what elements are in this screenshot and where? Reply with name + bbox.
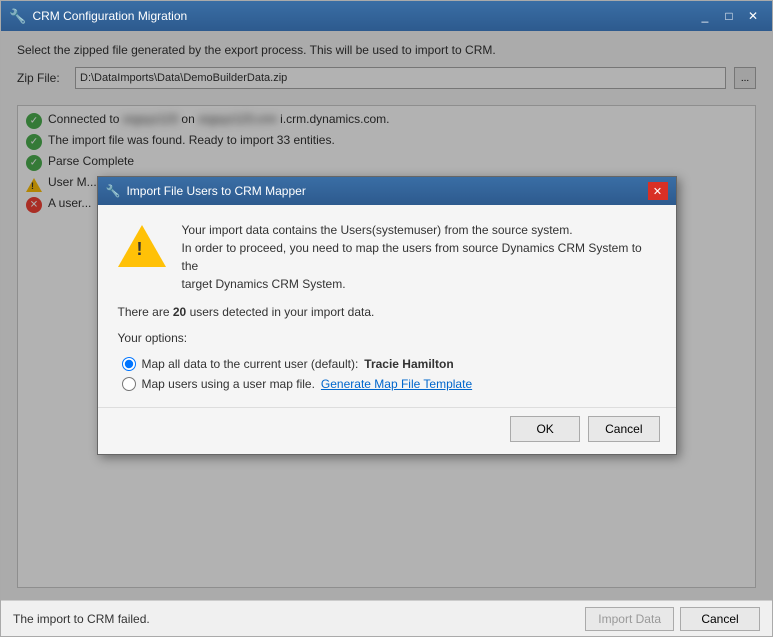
import-data-button[interactable]: Import Data [585, 607, 674, 631]
modal-count-text: There are 20 users detected in your impo… [118, 305, 656, 319]
bottom-status: The import to CRM failed. [13, 612, 150, 626]
content-area: Select the zipped file generated by the … [1, 31, 772, 600]
modal-title-bar: 🔧 Import File Users to CRM Mapper ✕ [98, 177, 676, 205]
title-bar: 🔧 CRM Configuration Migration _ □ ✕ [1, 1, 772, 31]
modal-overlay: 🔧 Import File Users to CRM Mapper ✕ [1, 31, 772, 600]
modal-msg-line1: Your import data contains the Users(syst… [182, 223, 573, 237]
ok-button[interactable]: OK [510, 416, 580, 442]
bottom-buttons: Import Data Cancel [585, 607, 760, 631]
modal-message: Your import data contains the Users(syst… [182, 221, 656, 293]
radio-option2[interactable] [122, 377, 136, 391]
cancel-button[interactable]: Cancel [588, 416, 659, 442]
count-suffix: users detected in your import data. [190, 305, 375, 319]
modal-app-icon: 🔧 [106, 184, 121, 198]
maximize-button[interactable]: □ [718, 6, 740, 26]
close-button[interactable]: ✕ [742, 6, 764, 26]
modal-title: Import File Users to CRM Mapper [126, 184, 305, 198]
window-title: CRM Configuration Migration [32, 9, 187, 23]
radio-option1[interactable] [122, 357, 136, 371]
modal-close-button[interactable]: ✕ [648, 182, 668, 200]
main-cancel-button[interactable]: Cancel [680, 607, 760, 631]
main-window: 🔧 CRM Configuration Migration _ □ ✕ Sele… [0, 0, 773, 637]
modal-footer: OK Cancel [98, 407, 676, 454]
title-bar-controls: _ □ ✕ [694, 6, 764, 26]
count-prefix: There are [118, 305, 170, 319]
radio-row-1: Map all data to the current user (defaul… [122, 357, 656, 371]
minimize-button[interactable]: _ [694, 6, 716, 26]
generate-map-link[interactable]: Generate Map File Template [321, 377, 472, 391]
modal-title-left: 🔧 Import File Users to CRM Mapper [106, 184, 306, 198]
bottom-bar: The import to CRM failed. Import Data Ca… [1, 600, 772, 636]
big-warning-icon [118, 221, 166, 269]
app-icon: 🔧 [9, 8, 26, 25]
modal-options: Map all data to the current user (defaul… [118, 357, 656, 391]
warning-triangle [118, 225, 166, 267]
option2-label: Map users using a user map file. [142, 377, 315, 391]
option1-name: Tracie Hamilton [364, 357, 453, 371]
modal-msg-line3: target Dynamics CRM System. [182, 277, 346, 291]
modal-warning-row: Your import data contains the Users(syst… [118, 221, 656, 293]
title-bar-left: 🔧 CRM Configuration Migration [9, 8, 187, 25]
count-number: 20 [173, 305, 186, 319]
option1-label: Map all data to the current user (defaul… [142, 357, 359, 371]
radio-row-2: Map users using a user map file. Generat… [122, 377, 656, 391]
options-label: Your options: [118, 331, 656, 345]
modal-dialog: 🔧 Import File Users to CRM Mapper ✕ [97, 176, 677, 455]
modal-body: Your import data contains the Users(syst… [98, 205, 676, 403]
modal-msg-line2: In order to proceed, you need to map the… [182, 241, 642, 273]
